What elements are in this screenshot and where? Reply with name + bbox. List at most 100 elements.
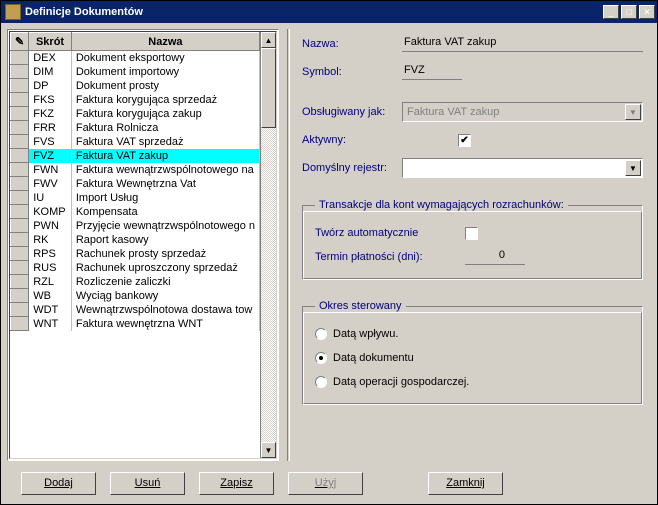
cell-nazwa: Import Usług — [71, 191, 259, 205]
cell-skrot: DP — [29, 79, 72, 93]
row-header[interactable] — [11, 93, 29, 107]
radio-wplyw[interactable]: Datą wpływu. — [315, 322, 630, 346]
table-row[interactable]: FVSFaktura VAT sprzedaż — [11, 135, 260, 149]
row-header[interactable] — [11, 247, 29, 261]
table-row[interactable]: FRRFaktura Rolnicza — [11, 121, 260, 135]
row-header[interactable] — [11, 205, 29, 219]
row-header[interactable] — [11, 121, 29, 135]
cell-skrot: WNT — [29, 317, 72, 331]
table-row[interactable]: RPSRachunek prosty sprzedaż — [11, 247, 260, 261]
row-header[interactable] — [11, 177, 29, 191]
row-header[interactable] — [11, 163, 29, 177]
row-header[interactable] — [11, 51, 29, 65]
group-transakcje: Transakcje dla kont wymagających rozrach… — [302, 199, 643, 280]
cell-skrot: FKS — [29, 93, 72, 107]
minimize-button[interactable]: _ — [603, 5, 619, 19]
label-tworz: Twórz automatycznie — [315, 227, 465, 239]
cell-nazwa: Faktura VAT sprzedaż — [71, 135, 259, 149]
app-icon — [5, 4, 21, 20]
checkbox-aktywny[interactable]: ✔ — [458, 134, 471, 147]
button-bar: Dodaj Usuń Zapisz Użyj Zamknij — [1, 467, 657, 499]
row-header[interactable] — [11, 149, 29, 163]
label-termin: Termin płatności (dni): — [315, 251, 465, 263]
scroll-track[interactable] — [261, 48, 276, 442]
group-okres: Okres sterowany Datą wpływu. Datą dokume… — [302, 300, 643, 405]
table-row[interactable]: DEXDokument eksportowy — [11, 51, 260, 65]
row-header[interactable] — [11, 261, 29, 275]
cell-skrot: FKZ — [29, 107, 72, 121]
table-row[interactable]: DPDokument prosty — [11, 79, 260, 93]
row-header[interactable] — [11, 303, 29, 317]
table-row[interactable]: FVZFaktura VAT zakup — [11, 149, 260, 163]
table-row[interactable]: WNTFaktura wewnętrzna WNT — [11, 317, 260, 331]
row-header[interactable] — [11, 79, 29, 93]
documents-grid[interactable]: ✎ Skrót Nazwa DEXDokument eksportowyDIMD… — [7, 29, 279, 461]
table-row[interactable]: WDTWewnątrzwspólnotowa dostawa tow — [11, 303, 260, 317]
col-nazwa[interactable]: Nazwa — [71, 33, 259, 51]
row-header[interactable] — [11, 289, 29, 303]
cell-skrot: KOMP — [29, 205, 72, 219]
table-row[interactable]: FWVFaktura Wewnętrzna Vat — [11, 177, 260, 191]
radio-icon — [315, 352, 327, 364]
table-row[interactable]: DIMDokument importowy — [11, 65, 260, 79]
row-header[interactable] — [11, 135, 29, 149]
scroll-up-icon[interactable]: ▲ — [261, 32, 276, 48]
cell-nazwa: Dokument eksportowy — [71, 51, 259, 65]
legend-okres: Okres sterowany — [315, 300, 406, 312]
cell-skrot: FWV — [29, 177, 72, 191]
input-termin[interactable]: 0 — [465, 249, 525, 265]
combo-rejestr[interactable]: ▼ — [402, 158, 643, 178]
cell-nazwa: Dokument importowy — [71, 65, 259, 79]
row-header[interactable] — [11, 107, 29, 121]
table-row[interactable]: IUImport Usług — [11, 191, 260, 205]
label-symbol: Symbol: — [302, 66, 402, 78]
radio-dokument[interactable]: Datą dokumentu — [315, 346, 630, 370]
cell-skrot: RUS — [29, 261, 72, 275]
usun-button[interactable]: Usuń — [110, 472, 185, 495]
table-row[interactable]: RUSRachunek uproszczony sprzedaż — [11, 261, 260, 275]
table-row[interactable]: FKZFaktura korygująca zakup — [11, 107, 260, 121]
radio-icon — [315, 376, 327, 388]
row-header[interactable] — [11, 275, 29, 289]
row-header[interactable] — [11, 65, 29, 79]
input-nazwa[interactable]: Faktura VAT zakup — [402, 36, 643, 52]
zapisz-button[interactable]: Zapisz — [199, 472, 274, 495]
cell-skrot: IU — [29, 191, 72, 205]
row-header[interactable] — [11, 191, 29, 205]
dodaj-button[interactable]: Dodaj — [21, 472, 96, 495]
cell-skrot: PWN — [29, 219, 72, 233]
table-row[interactable]: RKRaport kasowy — [11, 233, 260, 247]
scroll-thumb[interactable] — [261, 48, 276, 128]
chevron-down-icon[interactable]: ▼ — [625, 160, 641, 176]
row-header[interactable] — [11, 233, 29, 247]
cell-skrot: DEX — [29, 51, 72, 65]
cell-nazwa: Faktura Wewnętrzna Vat — [71, 177, 259, 191]
row-header[interactable] — [11, 317, 29, 331]
cell-nazwa: Faktura korygująca zakup — [71, 107, 259, 121]
table-row[interactable]: WBWyciąg bankowy — [11, 289, 260, 303]
table-row[interactable]: RZLRozliczenie zaliczki — [11, 275, 260, 289]
cell-skrot: FVZ — [29, 149, 72, 163]
row-header[interactable] — [11, 219, 29, 233]
table-row[interactable]: FWNFaktura wewnątrzwspólnotowego na — [11, 163, 260, 177]
table-row[interactable]: FKSFaktura korygująca sprzedaż — [11, 93, 260, 107]
radio-operacja[interactable]: Datą operacji gospodarczej. — [315, 370, 630, 394]
input-symbol[interactable]: FVZ — [402, 64, 462, 80]
cell-nazwa: Rozliczenie zaliczki — [71, 275, 259, 289]
grid-scrollbar[interactable]: ▲ ▼ — [260, 32, 276, 458]
col-skrot[interactable]: Skrót — [29, 33, 72, 51]
cell-nazwa: Faktura Rolnicza — [71, 121, 259, 135]
checkbox-tworz[interactable] — [465, 227, 478, 240]
zamknij-button[interactable]: Zamknij — [428, 472, 503, 495]
title-bar: Definicje Dokumentów _ □ ✕ — [1, 1, 657, 23]
cell-nazwa: Faktura VAT zakup — [71, 149, 259, 163]
table-row[interactable]: KOMPKompensata — [11, 205, 260, 219]
close-button[interactable]: ✕ — [639, 5, 655, 19]
grid-corner[interactable]: ✎ — [11, 33, 29, 51]
splitter[interactable] — [287, 29, 290, 461]
cell-nazwa: Kompensata — [71, 205, 259, 219]
maximize-button[interactable]: □ — [621, 5, 637, 19]
table-row[interactable]: PWNPrzyjęcie wewnątrzwspólnotowego n — [11, 219, 260, 233]
label-nazwa: Nazwa: — [302, 38, 402, 50]
scroll-down-icon[interactable]: ▼ — [261, 442, 276, 458]
